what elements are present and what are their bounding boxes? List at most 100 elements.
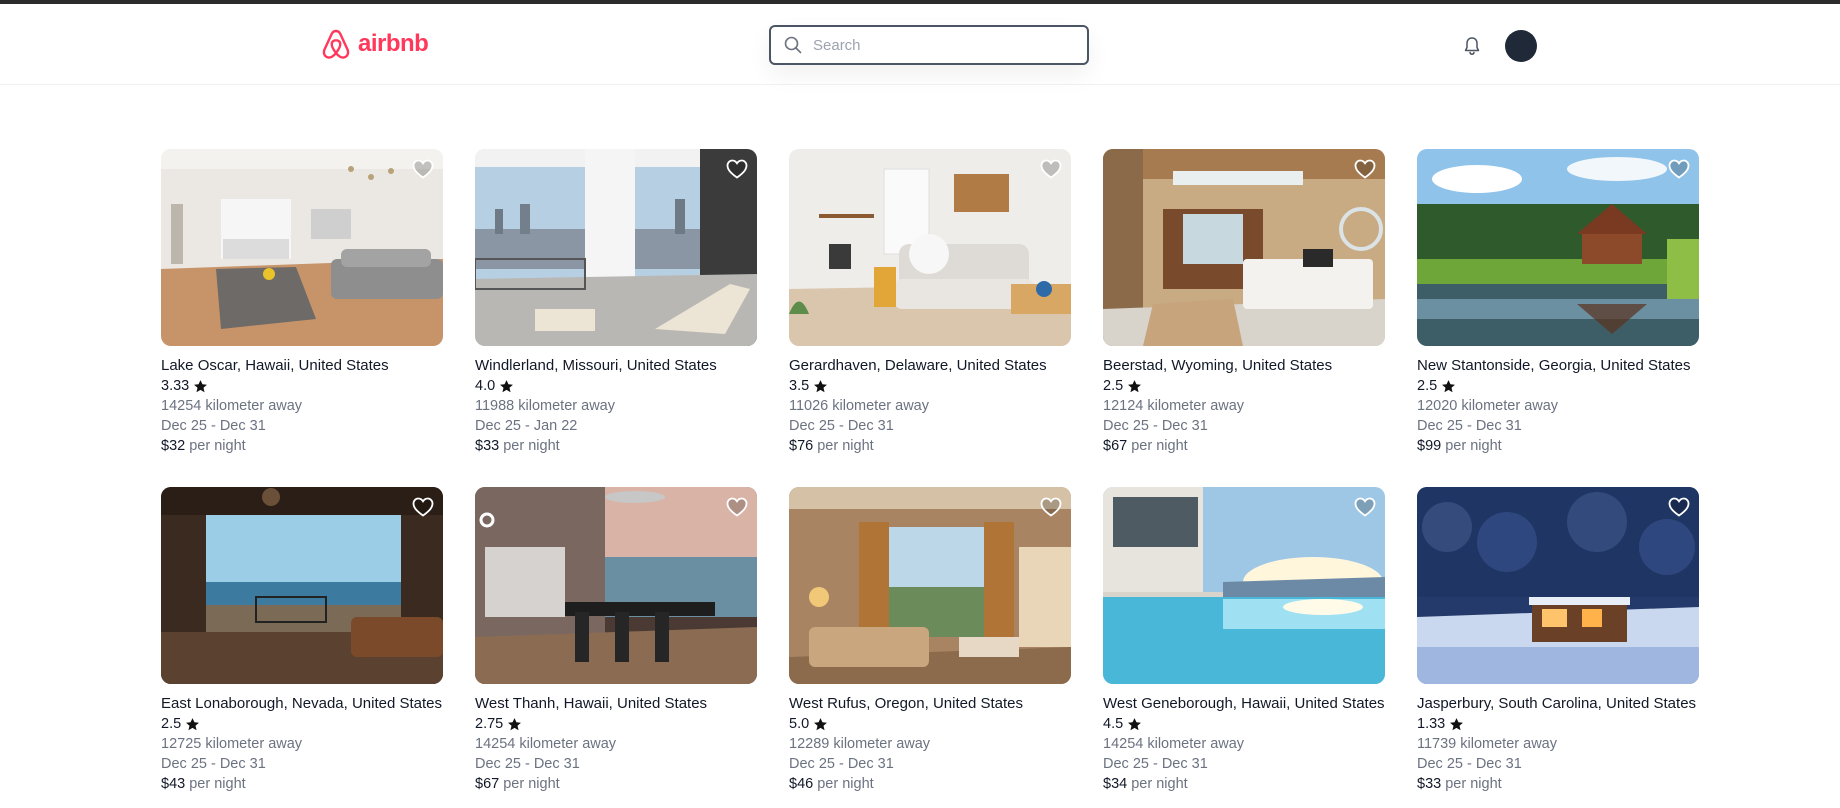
per-night-label: per night xyxy=(1131,438,1188,454)
listing-card[interactable]: East Lonaborough, Nevada, United States … xyxy=(161,487,443,805)
listing-price: $99 xyxy=(1417,438,1442,454)
listing-location: West Thanh, Hawaii, United States xyxy=(475,695,708,712)
per-night-label: per night xyxy=(503,438,560,454)
heart-icon[interactable] xyxy=(1353,495,1377,519)
listing-location: Jasperbury, South Carolina, United State… xyxy=(1417,695,1697,712)
listing-price: $32 xyxy=(161,438,186,454)
star-icon xyxy=(814,717,828,730)
avatar[interactable] xyxy=(1505,30,1537,62)
listing-distance: 14254 kilometer away xyxy=(161,398,303,414)
listing-photo[interactable] xyxy=(1103,487,1385,684)
heart-icon[interactable] xyxy=(1667,157,1691,181)
listing-dates: Dec 25 - Dec 31 xyxy=(1417,418,1522,434)
listing-price: $76 xyxy=(789,438,814,454)
rating-value: 2.75 xyxy=(475,716,504,732)
listing-distance: 14254 kilometer away xyxy=(475,736,617,752)
listing-distance: 14254 kilometer away xyxy=(1103,736,1245,752)
rating-value: 1.33 xyxy=(1417,716,1446,732)
listing-card[interactable]: Windlerland, Missouri, United States 4.0… xyxy=(475,149,757,467)
per-night-label: per night xyxy=(817,438,874,454)
heart-icon[interactable] xyxy=(725,495,749,519)
star-icon xyxy=(500,379,514,392)
listing-card[interactable]: Beerstad, Wyoming, United States 2.5 121… xyxy=(1103,149,1385,467)
listing-card[interactable]: New Stantonside, Georgia, United States … xyxy=(1417,149,1699,467)
rating-value: 2.5 xyxy=(161,716,182,732)
listing-price: $33 xyxy=(475,438,500,454)
listing-dates: Dec 25 - Dec 31 xyxy=(1103,756,1208,772)
listing-card[interactable]: Jasperbury, South Carolina, United State… xyxy=(1417,487,1699,805)
listing-location: East Lonaborough, Nevada, United States xyxy=(161,695,443,712)
listing-dates: Dec 25 - Dec 31 xyxy=(161,756,266,772)
listing-price-row: $67 per night xyxy=(1103,436,1385,456)
airbnb-logo[interactable]: airbnb xyxy=(320,27,429,61)
per-night-label: per night xyxy=(503,776,560,792)
search-input[interactable] xyxy=(813,36,1073,54)
listing-dates: Dec 25 - Dec 31 xyxy=(161,418,266,434)
ocean-view-deck-image xyxy=(161,487,443,684)
heart-icon[interactable] xyxy=(1039,157,1063,181)
listing-distance: 11026 kilometer away xyxy=(789,398,929,414)
heart-icon[interactable] xyxy=(1039,495,1063,519)
star-icon xyxy=(508,717,522,730)
listing-price: $33 xyxy=(1417,776,1442,792)
listing-price-row: $99 per night xyxy=(1417,436,1699,456)
listing-location: Windlerland, Missouri, United States xyxy=(475,357,717,374)
rating-value: 2.5 xyxy=(1103,378,1124,394)
listing-dates: Dec 25 - Jan 22 xyxy=(475,418,578,434)
rating-value: 5.0 xyxy=(789,716,810,732)
star-icon xyxy=(1128,379,1142,392)
rating-value: 4.0 xyxy=(475,378,496,394)
listing-price-row: $67 per night xyxy=(475,774,757,794)
listing-dates: Dec 25 - Dec 31 xyxy=(1417,756,1522,772)
listing-price: $34 xyxy=(1103,776,1128,792)
star-icon xyxy=(1450,717,1464,730)
listing-price: $43 xyxy=(161,776,186,792)
heart-icon[interactable] xyxy=(725,157,749,181)
hotel-room-balcony-image xyxy=(789,487,1071,684)
search-box[interactable] xyxy=(769,25,1089,65)
per-night-label: per night xyxy=(1445,776,1502,792)
listing-photo[interactable] xyxy=(1417,487,1699,684)
listing-price-row: $32 per night xyxy=(161,436,443,456)
snow-cabin-image xyxy=(1417,487,1699,684)
bell-icon[interactable] xyxy=(1460,34,1484,58)
listing-location: Gerardhaven, Delaware, United States xyxy=(789,357,1047,374)
heart-icon[interactable] xyxy=(1353,157,1377,181)
listing-rating: 2.75 xyxy=(475,714,757,734)
listing-photo[interactable] xyxy=(789,149,1071,346)
heart-icon[interactable] xyxy=(1667,495,1691,519)
listing-distance: 11988 kilometer away xyxy=(475,398,615,414)
city-view-balcony-image xyxy=(475,149,757,346)
listing-dates: Dec 25 - Dec 31 xyxy=(475,756,580,772)
star-icon xyxy=(1442,379,1456,392)
listing-photo[interactable] xyxy=(475,149,757,346)
listing-photo[interactable] xyxy=(1417,149,1699,346)
listing-card[interactable]: West Rufus, Oregon, United States 5.0 12… xyxy=(789,487,1071,805)
infinity-pool-image xyxy=(1103,487,1385,684)
listing-card[interactable]: West Geneborough, Hawaii, United States … xyxy=(1103,487,1385,805)
listing-price-row: $33 per night xyxy=(475,436,757,456)
listing-location: West Rufus, Oregon, United States xyxy=(789,695,1024,712)
listing-photo[interactable] xyxy=(161,149,443,346)
listing-price: $46 xyxy=(789,776,814,792)
per-night-label: per night xyxy=(189,438,246,454)
listing-price-row: $43 per night xyxy=(161,774,443,794)
rating-value: 2.5 xyxy=(1417,378,1438,394)
listing-card[interactable]: West Thanh, Hawaii, United States 2.75 1… xyxy=(475,487,757,805)
listing-photo[interactable] xyxy=(161,487,443,684)
search-icon xyxy=(784,36,802,54)
listing-location: Lake Oscar, Hawaii, United States xyxy=(161,357,389,374)
sea-dining-room-image xyxy=(475,487,757,684)
listing-dates: Dec 25 - Dec 31 xyxy=(789,756,894,772)
per-night-label: per night xyxy=(1445,438,1502,454)
white-sofa-room-image xyxy=(789,149,1071,346)
listing-dates: Dec 25 - Dec 31 xyxy=(789,418,894,434)
listing-photo[interactable] xyxy=(1103,149,1385,346)
listing-photo[interactable] xyxy=(789,487,1071,684)
listing-card[interactable]: Gerardhaven, Delaware, United States 3.5… xyxy=(789,149,1071,467)
heart-icon[interactable] xyxy=(411,157,435,181)
listing-card[interactable]: Lake Oscar, Hawaii, United States 3.33 1… xyxy=(161,149,443,467)
listing-photo[interactable] xyxy=(475,487,757,684)
heart-icon[interactable] xyxy=(411,495,435,519)
airbnb-logo-icon xyxy=(322,29,350,59)
